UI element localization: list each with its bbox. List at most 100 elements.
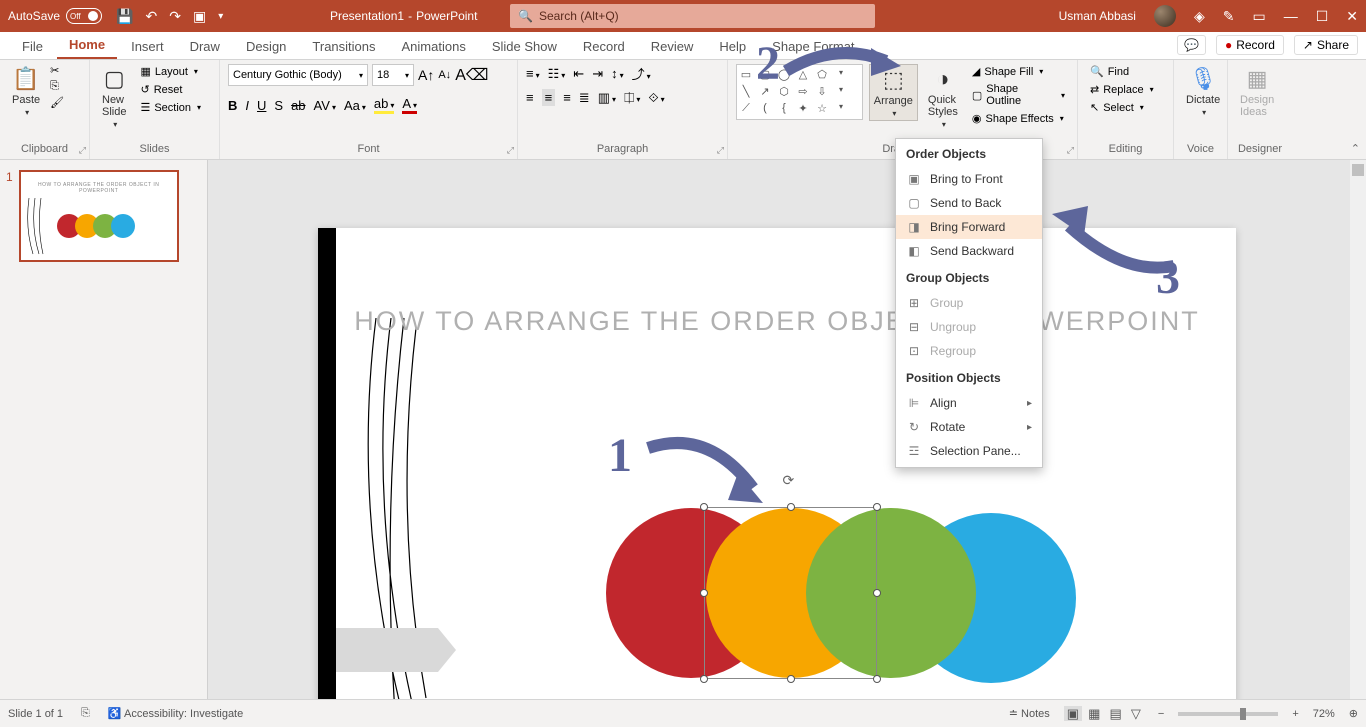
selection-pane-item[interactable]: ☲Selection Pane... (896, 439, 1042, 463)
slide[interactable]: HOW TO ARRANGE THE ORDER OBJECT IN POWER… (318, 228, 1236, 699)
close-icon[interactable]: ✕ (1346, 8, 1358, 25)
vertical-scrollbar[interactable] (1350, 160, 1366, 699)
font-color-icon[interactable]: A▾ (402, 96, 417, 114)
indent-inc-icon[interactable]: ⇥ (592, 66, 603, 82)
notes-button[interactable]: ≐ Notes (1009, 707, 1050, 720)
italic-button[interactable]: I (245, 98, 249, 113)
tab-review[interactable]: Review (639, 33, 706, 59)
tab-transitions[interactable]: Transitions (300, 33, 387, 59)
shadow-button[interactable]: S (274, 98, 283, 113)
align-text-icon[interactable]: ⎅▾ (624, 90, 640, 106)
copy-icon[interactable]: ⎘ (50, 80, 64, 93)
send-to-back-item[interactable]: ▢Send to Back (896, 191, 1042, 215)
send-backward-item[interactable]: ◧Send Backward (896, 239, 1042, 263)
slide-thumbnail-panel[interactable]: 1 HOW TO ARRANGE THE ORDER OBJECT IN POW… (0, 160, 208, 699)
ribbon-display-icon[interactable]: ▭ (1252, 8, 1265, 25)
tab-help[interactable]: Help (707, 33, 758, 59)
cut-icon[interactable]: ✂ (50, 64, 64, 77)
zoom-slider[interactable] (1178, 712, 1278, 716)
user-name[interactable]: Usman Abbasi (1059, 9, 1136, 23)
tab-insert[interactable]: Insert (119, 33, 176, 59)
bullets-icon[interactable]: ≡▾ (526, 66, 540, 81)
font-size-select[interactable]: 18▾ (372, 64, 414, 86)
clear-format-icon[interactable]: A⌫ (455, 65, 488, 85)
redo-icon[interactable]: ↷ (169, 8, 181, 25)
change-case-icon[interactable]: Aa▾ (344, 98, 366, 113)
undo-icon[interactable]: ↶ (145, 8, 157, 25)
align-center-icon[interactable]: ≡ (542, 89, 556, 106)
design-ideas-button[interactable]: ▦Design Ideas (1236, 64, 1278, 120)
tab-draw[interactable]: Draw (178, 33, 232, 59)
record-button[interactable]: ●Record (1216, 35, 1284, 55)
resize-handle[interactable] (873, 589, 881, 597)
slide-canvas-area[interactable]: HOW TO ARRANGE THE ORDER OBJECT IN POWER… (208, 160, 1366, 699)
indent-dec-icon[interactable]: ⇤ (573, 66, 584, 82)
zoom-in-icon[interactable]: + (1292, 708, 1298, 720)
zoom-out-icon[interactable]: − (1158, 708, 1164, 720)
reset-button[interactable]: ↺ Reset (136, 82, 205, 97)
replace-button[interactable]: ⇄ Replace▾ (1086, 82, 1158, 97)
numbering-icon[interactable]: ☷▾ (548, 66, 566, 82)
bring-to-front-item[interactable]: ▣Bring to Front (896, 167, 1042, 191)
fit-window-icon[interactable]: ⊕ (1349, 707, 1358, 720)
shape-effects-button[interactable]: ◉ Shape Effects▾ (968, 111, 1069, 126)
zoom-level[interactable]: 72% (1313, 708, 1335, 720)
char-spacing-icon[interactable]: AV▾ (314, 98, 336, 113)
selection-box[interactable]: ⟳ (704, 507, 877, 679)
justify-icon[interactable]: ≣ (579, 90, 590, 106)
tab-home[interactable]: Home (57, 31, 117, 59)
resize-handle[interactable] (873, 503, 881, 511)
minimize-icon[interactable]: — (1284, 8, 1298, 24)
tab-file[interactable]: File (10, 33, 55, 59)
sorter-view-icon[interactable]: ▦ (1085, 706, 1103, 721)
slide-title[interactable]: HOW TO ARRANGE THE ORDER OBJECT IN POWER… (318, 306, 1236, 337)
autosave-toggle[interactable]: AutoSave Off (0, 8, 102, 24)
rotate-item[interactable]: ↻Rotate▸ (896, 415, 1042, 439)
resize-handle[interactable] (700, 675, 708, 683)
resize-handle[interactable] (700, 589, 708, 597)
section-button[interactable]: ☰ Section▾ (136, 100, 205, 115)
slide-thumbnail-1[interactable]: HOW TO ARRANGE THE ORDER OBJECT IN POWER… (19, 170, 179, 262)
clipboard-launcher-icon[interactable]: ⤢ (79, 145, 86, 156)
text-direction-icon[interactable]: ⤴▾ (632, 64, 651, 83)
dictate-button[interactable]: 🎙Dictate▾ (1182, 64, 1224, 119)
highlight-icon[interactable]: ab▾ (374, 96, 394, 114)
shape-outline-button[interactable]: ▢ Shape Outline▾ (968, 82, 1069, 108)
resize-handle[interactable] (873, 675, 881, 683)
search-box[interactable]: 🔍 Search (Alt+Q) (510, 4, 875, 28)
line-spacing-icon[interactable]: ↕▾ (611, 66, 624, 81)
slide-counter[interactable]: Slide 1 of 1 (8, 708, 63, 720)
diamond-icon[interactable]: ◈ (1194, 8, 1205, 25)
tab-design[interactable]: Design (234, 33, 298, 59)
find-button[interactable]: 🔍 Find (1086, 64, 1158, 79)
new-slide-button[interactable]: ▢New Slide▾ (98, 64, 130, 131)
strike-button[interactable]: ab (291, 98, 305, 113)
qat-more-icon[interactable]: ▾ (218, 11, 223, 22)
font-name-select[interactable]: Century Gothic (Body)▾ (228, 64, 368, 86)
font-launcher-icon[interactable]: ⤢ (507, 145, 514, 156)
resize-handle[interactable] (787, 675, 795, 683)
slideshow-view-icon[interactable]: ▽ (1128, 706, 1144, 721)
underline-button[interactable]: U (257, 98, 266, 113)
share-button[interactable]: ↗Share (1294, 35, 1358, 55)
layout-button[interactable]: ▦ Layout▾ (136, 64, 205, 79)
shrink-font-icon[interactable]: A↓ (438, 69, 451, 81)
save-icon[interactable]: 💾 (116, 8, 133, 25)
align-left-icon[interactable]: ≡ (526, 90, 534, 105)
tab-animations[interactable]: Animations (390, 33, 478, 59)
paragraph-launcher-icon[interactable]: ⤢ (717, 145, 724, 156)
wand-icon[interactable]: ✎ (1223, 8, 1235, 25)
quick-styles-button[interactable]: ◑Quick Styles▾ (924, 64, 962, 131)
align-right-icon[interactable]: ≡ (563, 90, 571, 105)
drawing-launcher-icon[interactable]: ⤢ (1067, 145, 1074, 156)
user-avatar-icon[interactable] (1154, 5, 1176, 27)
comments-icon[interactable]: 💬 (1177, 35, 1206, 55)
spellcheck-icon[interactable]: ⎘ (81, 707, 90, 720)
align-item[interactable]: ⊫Align▸ (896, 391, 1042, 415)
select-button[interactable]: ↖ Select▾ (1086, 100, 1158, 115)
paste-button[interactable]: 📋Paste▾ (8, 64, 44, 119)
bold-button[interactable]: B (228, 98, 237, 113)
slideshow-icon[interactable]: ▣ (193, 8, 206, 25)
columns-icon[interactable]: ▥▾ (598, 90, 616, 106)
grow-font-icon[interactable]: A↑ (418, 67, 434, 83)
